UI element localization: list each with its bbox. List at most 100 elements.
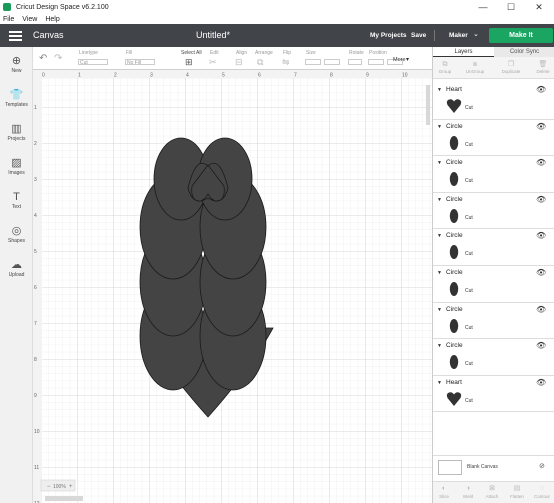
menu-help[interactable]: Help (45, 16, 59, 23)
rotate-input[interactable] (348, 59, 362, 65)
menu-file[interactable]: File (3, 16, 14, 23)
machine-select[interactable]: Maker (449, 32, 468, 39)
my-projects-button[interactable]: My Projects (370, 32, 407, 39)
ungroup-button[interactable]: ⧈ UnGroup (463, 60, 487, 74)
layer-name[interactable]: Circle (446, 123, 463, 130)
group-icon: ⧉ (442, 61, 448, 68)
tab-layers[interactable]: Layers (433, 47, 494, 57)
eye-icon[interactable]: 👁 (536, 305, 546, 314)
chevron-down-icon[interactable]: ▼ (437, 197, 442, 203)
edit-icon[interactable]: ✂ (209, 57, 217, 68)
position-label: Position (369, 50, 387, 56)
layer-name[interactable]: Circle (446, 269, 463, 276)
layer-row[interactable]: ▼ Heart 👁 Cut (433, 376, 554, 413)
eye-icon[interactable]: 👁 (536, 122, 546, 131)
eye-icon[interactable]: 👁 (536, 378, 546, 387)
width-input[interactable] (305, 59, 321, 65)
layer-row[interactable]: ▼ Circle 👁 Cut (433, 339, 554, 376)
layer-operation: Cut (465, 361, 473, 368)
canvas-grid[interactable]: 01234567891011123456789101112 − 100% + (33, 70, 432, 503)
chevron-down-icon[interactable]: ▼ (437, 233, 442, 239)
canvas-color-swatch[interactable] (438, 460, 462, 475)
left-ruler-label: 10 (34, 429, 40, 435)
eye-off-icon[interactable]: ⊘ (539, 462, 545, 470)
layer-row[interactable]: ▼ Circle 👁 Cut (433, 193, 554, 230)
minimize-button[interactable]: — (469, 0, 497, 14)
eye-icon[interactable]: 👁 (536, 268, 546, 277)
document-title: Untitled* (196, 30, 231, 40)
delete-button[interactable]: 🗑 Delete (531, 60, 554, 74)
flatten-label: Flatten (510, 494, 524, 499)
eye-icon[interactable]: 👁 (536, 158, 546, 167)
zoom-in-icon[interactable]: + (69, 484, 73, 490)
layer-row[interactable]: ▼ Circle 👁 Cut (433, 156, 554, 193)
layer-name[interactable]: Circle (446, 232, 463, 239)
eye-icon[interactable]: 👁 (536, 231, 546, 240)
select-all-icon[interactable]: ⊞ (185, 57, 193, 68)
layer-name[interactable]: Heart (446, 86, 462, 93)
layer-row[interactable]: ▼ Circle 👁 Cut (433, 266, 554, 303)
chevron-down-icon[interactable]: ⌄ (473, 30, 479, 38)
chevron-down-icon[interactable]: ▼ (437, 87, 442, 93)
contour-button[interactable]: ◌ Contour (531, 484, 553, 499)
nav-new[interactable]: ⊕ New (0, 55, 33, 74)
zoom-out-icon[interactable]: − (47, 484, 51, 490)
nav-shapes[interactable]: ◎ Shapes (0, 225, 33, 244)
arrange-icon[interactable]: ⧉ (257, 57, 263, 68)
chevron-down-icon[interactable]: ▼ (437, 124, 442, 130)
attach-button[interactable]: ⊠ Attach (481, 484, 503, 499)
vertical-scrollbar[interactable] (426, 85, 430, 125)
nav-upload[interactable]: ☁ Upload (0, 259, 33, 278)
layer-operation: Cut (465, 141, 473, 148)
design-canvas[interactable]: 01234567891011123456789101112 − 100% + (33, 70, 432, 503)
duplicate-button[interactable]: ❐ Duplicate (499, 60, 523, 74)
make-it-button[interactable]: Make It (489, 28, 553, 43)
nav-templates[interactable]: 👕 Templates (0, 89, 33, 108)
undo-icon[interactable]: ↶ (39, 53, 47, 64)
chevron-down-icon[interactable]: ▼ (437, 380, 442, 386)
flatten-button[interactable]: ▤ Flatten (506, 484, 528, 499)
menu-view[interactable]: View (22, 16, 37, 23)
group-button[interactable]: ⧉ Group (433, 60, 457, 74)
layer-name[interactable]: Heart (446, 379, 462, 386)
chevron-down-icon[interactable]: ▼ (437, 307, 442, 313)
more-button[interactable]: More (393, 57, 406, 63)
window-title: Cricut Design Space v6.2.100 (16, 3, 109, 11)
layer-name[interactable]: Circle (446, 159, 463, 166)
chevron-down-icon[interactable]: ▼ (437, 270, 442, 276)
save-button[interactable]: Save (411, 32, 426, 39)
horizontal-scrollbar[interactable] (45, 496, 83, 501)
layer-row[interactable]: ▼ Circle 👁 Cut (433, 303, 554, 340)
weld-button[interactable]: ◑ Weld (457, 484, 479, 499)
chevron-down-icon[interactable]: ▼ (437, 160, 442, 166)
height-input[interactable] (324, 59, 340, 65)
slice-button[interactable]: ◐ Slice (433, 484, 455, 499)
layer-name[interactable]: Circle (446, 306, 463, 313)
redo-icon[interactable]: ↷ (54, 53, 62, 64)
nav-projects[interactable]: ▥ Projects (0, 123, 33, 142)
tab-color-sync[interactable]: Color Sync (494, 47, 554, 57)
layer-row[interactable]: ▼ Circle 👁 Cut (433, 229, 554, 266)
eye-icon[interactable]: 👁 (536, 195, 546, 204)
maximize-button[interactable]: ☐ (497, 0, 525, 14)
nav-upload-label: Upload (8, 272, 25, 278)
left-ruler-label: 2 (34, 141, 37, 147)
eye-icon[interactable]: 👁 (536, 85, 546, 94)
nav-text[interactable]: T Text (0, 191, 33, 210)
layer-name[interactable]: Circle (446, 342, 463, 349)
layer-name[interactable]: Circle (446, 196, 463, 203)
blank-canvas-row[interactable]: Blank Canvas ⊘ (433, 455, 554, 481)
top-ruler-label: 4 (186, 73, 189, 79)
chevron-down-icon[interactable]: ▼ (437, 343, 442, 349)
flip-icon[interactable]: ⇋ (282, 57, 290, 68)
close-button[interactable]: ✕ (525, 0, 553, 14)
align-icon[interactable]: ⊟ (235, 57, 243, 68)
hamburger-menu-icon[interactable] (9, 31, 22, 41)
group-label: Group (438, 69, 452, 74)
nav-images[interactable]: ▨ Images (0, 157, 33, 176)
eye-icon[interactable]: 👁 (536, 341, 546, 350)
layer-row[interactable]: ▼ Heart 👁 Cut (433, 83, 554, 120)
x-input[interactable] (368, 59, 384, 65)
layer-row[interactable]: ▼ Circle 👁 Cut (433, 120, 554, 157)
chevron-down-icon[interactable]: ▾ (406, 56, 409, 63)
